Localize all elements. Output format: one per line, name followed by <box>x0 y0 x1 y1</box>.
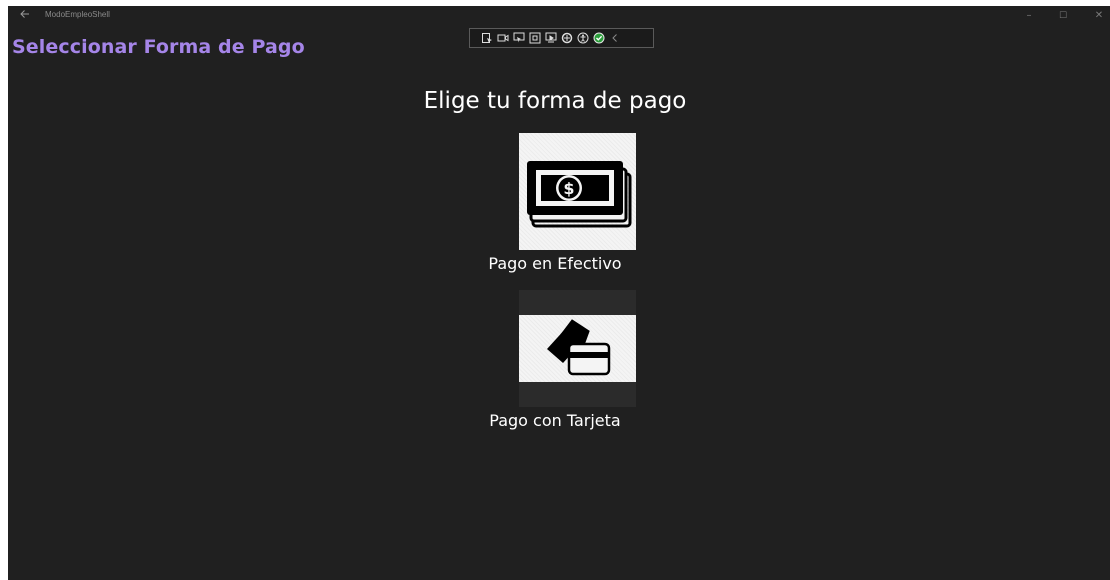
cash-payment-button[interactable]: $ <box>519 133 636 250</box>
app-title: ModoEmpleoShell <box>45 10 110 19</box>
back-arrow-icon <box>20 10 29 18</box>
checkmark-ok-icon <box>593 32 604 44</box>
collapse-toolbar-button[interactable] <box>608 32 621 45</box>
minimize-button[interactable]: – <box>1019 8 1039 24</box>
title-bar: ModoEmpleoShell – ☐ ✕ <box>8 6 1110 28</box>
collapse-chevron-icon <box>611 34 617 42</box>
track-focus-icon <box>513 32 524 43</box>
accessibility-scan-button[interactable] <box>560 32 573 45</box>
cash-money-icon: $ <box>527 161 632 228</box>
status-ok-indicator <box>592 32 605 45</box>
svg-text:$: $ <box>563 179 574 198</box>
accessibility-button[interactable] <box>576 32 589 45</box>
binding-button[interactable] <box>528 32 541 45</box>
card-payment-button[interactable] <box>519 290 636 407</box>
page-title: Seleccionar Forma de Pago <box>12 36 305 58</box>
close-button[interactable]: ✕ <box>1089 8 1109 24</box>
display-layout-icon <box>497 34 508 42</box>
credit-card-icon <box>547 319 611 376</box>
debug-toolbar <box>469 28 654 48</box>
select-element-icon <box>481 33 492 43</box>
maximize-button[interactable]: ☐ <box>1053 8 1073 24</box>
binding-icon <box>529 32 540 44</box>
accessibility-icon <box>577 32 588 44</box>
cash-payment-label: Pago en Efectivo <box>488 254 622 273</box>
cash-image: $ <box>519 133 636 250</box>
display-layout-button[interactable] <box>496 32 509 45</box>
track-focus-button[interactable] <box>512 32 525 45</box>
select-element-button[interactable] <box>480 32 493 45</box>
card-image <box>519 315 636 382</box>
app-window: ModoEmpleoShell – ☐ ✕ Seleccionar Forma … <box>8 6 1110 580</box>
payment-heading: Elige tu forma de pago <box>423 88 687 114</box>
card-payment-label: Pago con Tarjeta <box>489 411 621 430</box>
back-button[interactable] <box>16 8 34 24</box>
hot-reload-button[interactable] <box>544 32 557 45</box>
hot-reload-icon <box>545 32 556 43</box>
accessibility-scan-icon <box>561 32 572 44</box>
